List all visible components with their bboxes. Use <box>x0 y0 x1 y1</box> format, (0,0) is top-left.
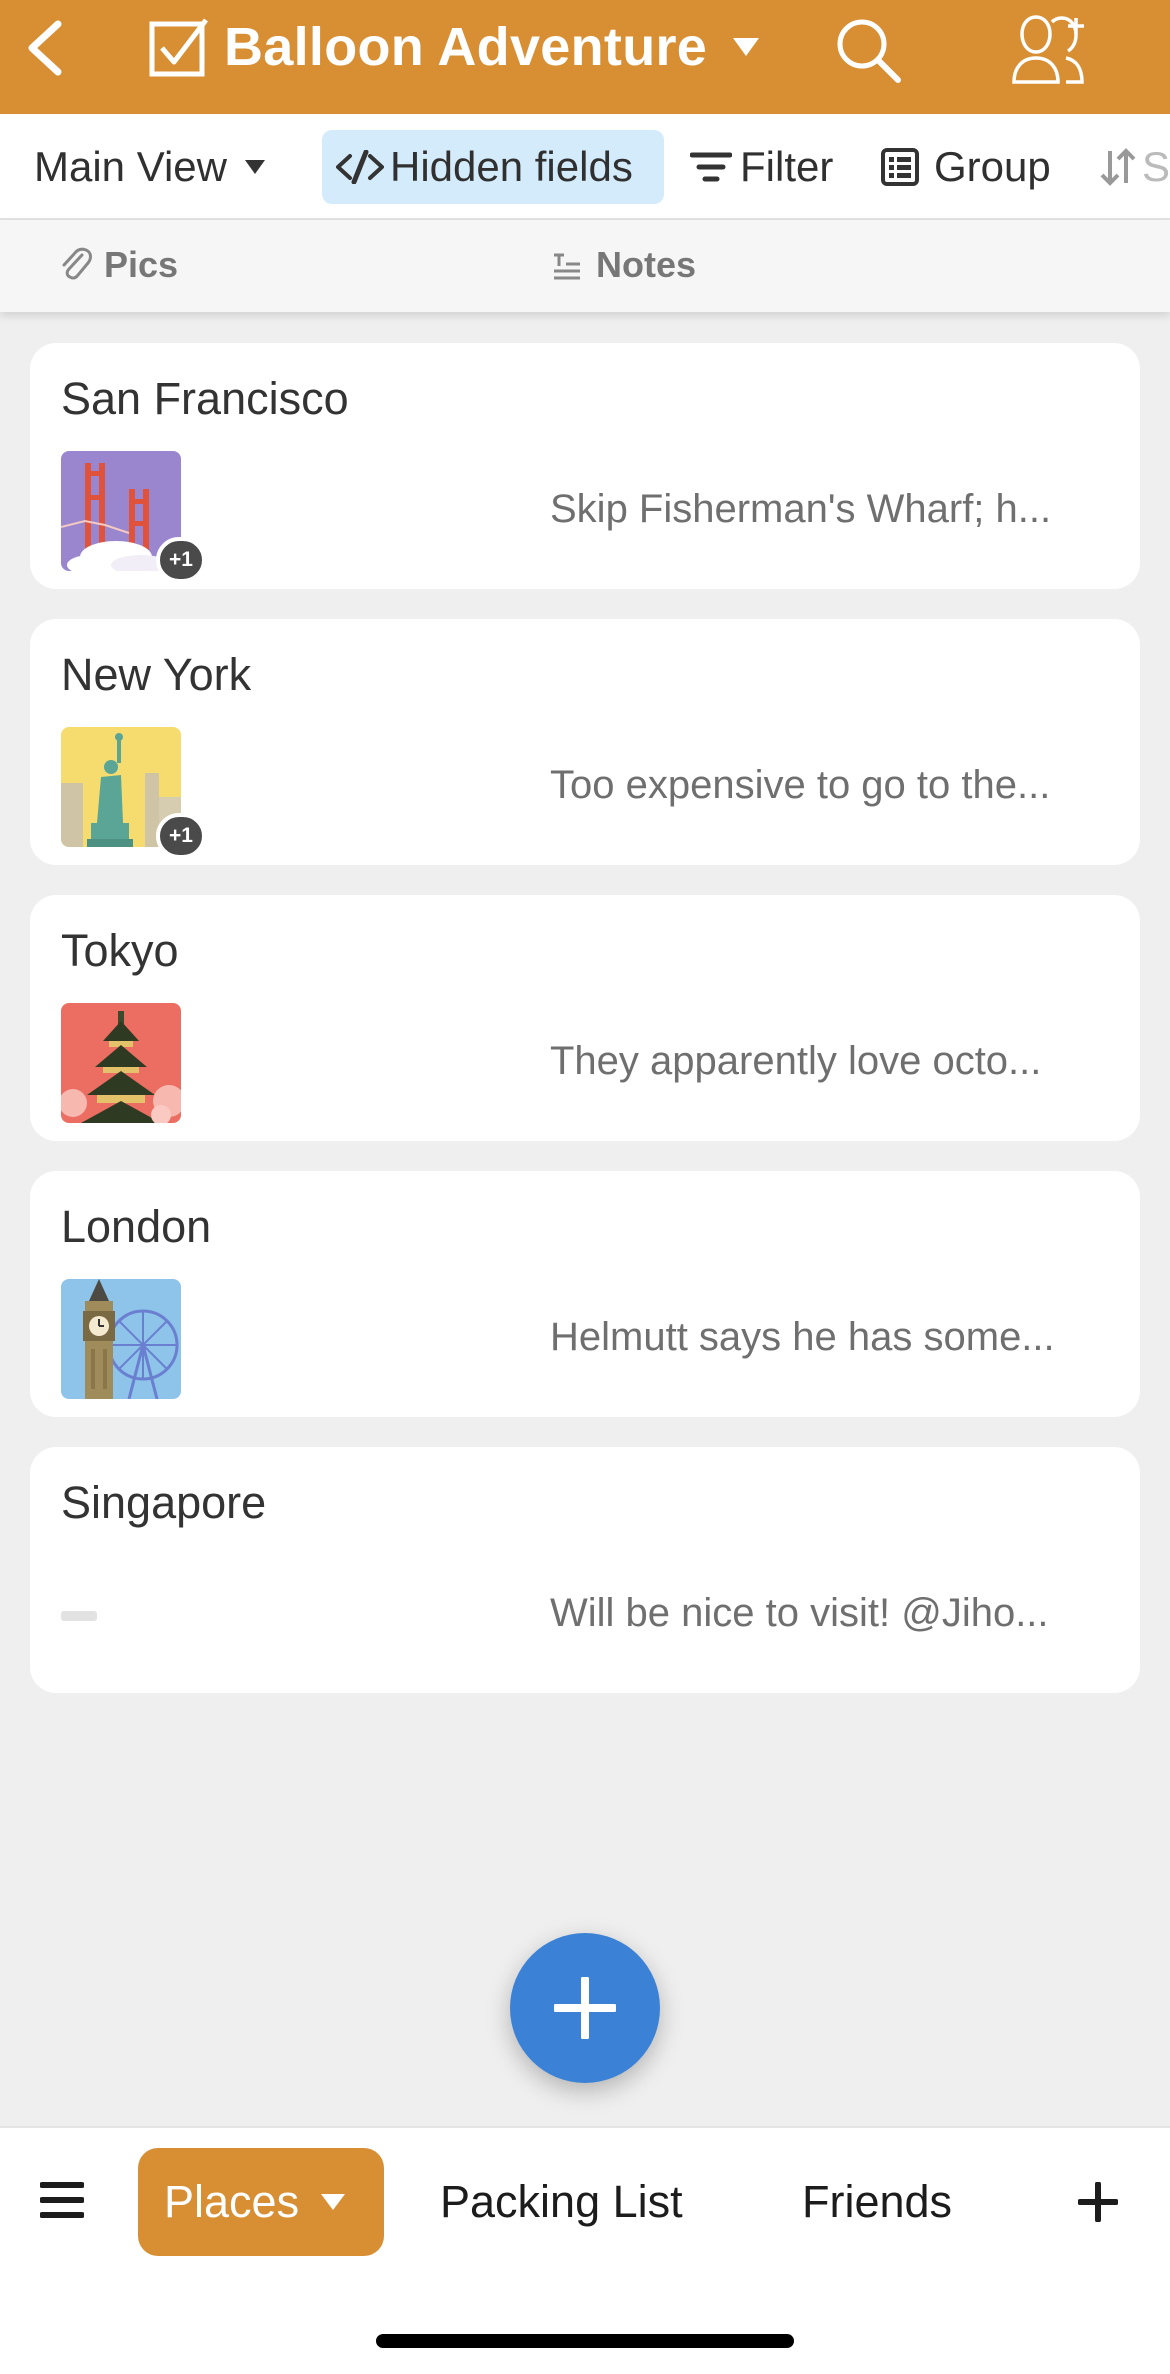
checkbox-icon <box>149 18 208 77</box>
group-button[interactable]: Group <box>880 130 1051 204</box>
tab-friends[interactable]: Friends <box>802 2148 952 2256</box>
add-record-button[interactable] <box>510 1933 660 2083</box>
filter-button[interactable]: Filter <box>690 130 833 204</box>
notes-label: Notes <box>596 244 697 285</box>
group-label: Group <box>934 143 1051 190</box>
pagoda-image <box>61 1003 181 1123</box>
view-name: Main View <box>34 143 227 190</box>
attachment-count-badge: +1 <box>156 813 206 859</box>
record-card[interactable]: New York +1 Too expensive to go to the..… <box>30 619 1140 865</box>
caret-down-icon <box>733 38 760 56</box>
add-user-icon[interactable] <box>1010 14 1090 86</box>
caret-down-icon <box>244 160 265 174</box>
view-switcher[interactable]: Main View <box>34 130 265 204</box>
empty-attachment-placeholder <box>61 1611 97 1621</box>
record-title: Singapore <box>61 1477 267 1528</box>
tab-places[interactable]: Places <box>138 2148 384 2256</box>
attachment-thumbnail[interactable] <box>61 1279 181 1399</box>
attachment-thumbnail[interactable] <box>61 1003 181 1123</box>
view-toolbar: Main View Hidden fields Filter Group S <box>0 114 1170 220</box>
record-title: San Francisco <box>61 373 349 424</box>
tab-packing-list-label: Packing List <box>440 2176 683 2227</box>
hidden-fields-button[interactable]: Hidden fields <box>322 130 664 204</box>
add-table-icon[interactable] <box>1078 2182 1118 2222</box>
record-card[interactable]: Singapore Will be nice to visit! @Jiho..… <box>30 1447 1140 1693</box>
record-card[interactable]: Tokyo They apparently love octo... <box>30 895 1140 1141</box>
sort-button[interactable]: S <box>1098 130 1170 204</box>
pics-label: Pics <box>104 244 179 285</box>
hidden-fields-label: Hidden fields <box>390 143 633 190</box>
long-text-icon <box>554 253 580 280</box>
tab-friends-label: Friends <box>802 2176 953 2227</box>
caret-down-icon <box>321 2194 346 2210</box>
hamburger-menu-icon[interactable] <box>40 2180 84 2220</box>
base-title: Balloon Adventure <box>224 17 708 77</box>
big-ben-image <box>61 1279 181 1399</box>
search-icon[interactable] <box>832 14 904 86</box>
record-note: They apparently love octo... <box>550 1039 1042 1083</box>
plus-icon <box>554 1977 616 2039</box>
app-header: Balloon Adventure <box>0 0 1170 114</box>
paperclip-icon <box>62 247 92 280</box>
record-card[interactable]: London Helmutt says he has some... <box>30 1171 1140 1417</box>
eye-slash-icon <box>336 150 384 184</box>
record-note: Will be nice to visit! @Jiho... <box>550 1591 1049 1635</box>
sort-icon <box>1100 148 1136 186</box>
field-header-notes[interactable]: Notes <box>552 244 696 286</box>
record-note: Too expensive to go to the... <box>550 763 1051 807</box>
record-title: Tokyo <box>61 925 179 976</box>
field-header-pics[interactable]: Pics <box>60 244 178 286</box>
back-arrow-icon[interactable] <box>22 18 72 78</box>
group-icon <box>881 148 919 186</box>
tab-places-label: Places <box>164 2176 300 2227</box>
record-card[interactable]: San Francisco +1 Skip Fisherman's Wharf;… <box>30 343 1140 589</box>
attachment-count-badge: +1 <box>156 537 206 583</box>
record-note: Skip Fisherman's Wharf; h... <box>550 487 1052 531</box>
record-title: New York <box>61 649 252 700</box>
filter-label: Filter <box>740 143 834 190</box>
filter-icon <box>690 152 732 182</box>
field-header-row: Pics Notes <box>0 220 1170 312</box>
record-note: Helmutt says he has some... <box>550 1315 1055 1359</box>
home-indicator <box>376 2334 794 2348</box>
base-title-button[interactable]: Balloon Adventure <box>148 16 760 78</box>
record-title: London <box>61 1201 212 1252</box>
tab-packing-list[interactable]: Packing List <box>440 2148 683 2256</box>
sort-label: S <box>1142 143 1170 190</box>
